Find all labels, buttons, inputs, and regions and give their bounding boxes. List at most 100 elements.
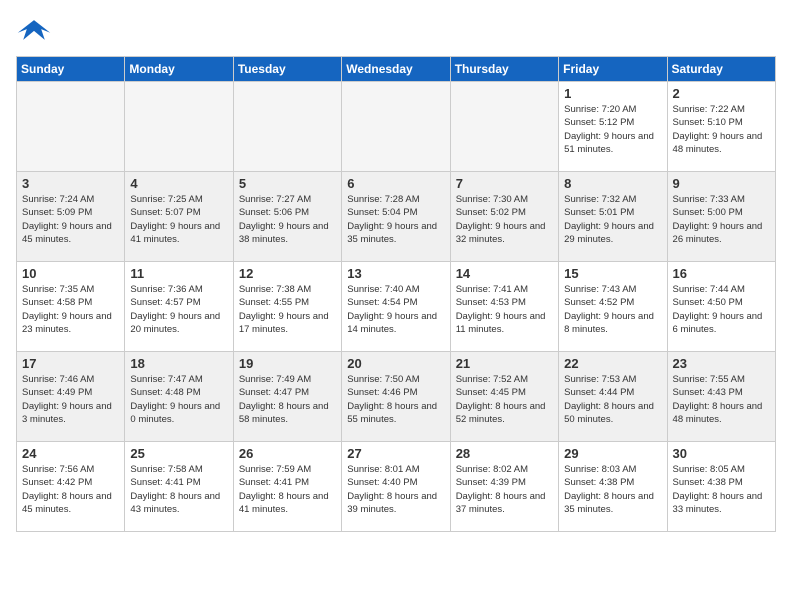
day-number: 5 bbox=[239, 176, 336, 191]
calendar-cell: 5 Sunrise: 7:27 AM Sunset: 5:06 PM Daylig… bbox=[233, 172, 341, 262]
day-number: 12 bbox=[239, 266, 336, 281]
cell-info: Sunrise: 7:47 AM Sunset: 4:48 PM Dayligh… bbox=[130, 373, 227, 426]
calendar-cell: 16 Sunrise: 7:44 AM Sunset: 4:50 PM Dayli… bbox=[667, 262, 775, 352]
weekday-header-friday: Friday bbox=[559, 57, 667, 82]
day-number: 10 bbox=[22, 266, 119, 281]
calendar-cell: 10 Sunrise: 7:35 AM Sunset: 4:58 PM Dayli… bbox=[17, 262, 125, 352]
cell-info: Sunrise: 8:03 AM Sunset: 4:38 PM Dayligh… bbox=[564, 463, 661, 516]
weekday-header-sunday: Sunday bbox=[17, 57, 125, 82]
cell-info: Sunrise: 7:38 AM Sunset: 4:55 PM Dayligh… bbox=[239, 283, 336, 336]
calendar-cell: 13 Sunrise: 7:40 AM Sunset: 4:54 PM Dayli… bbox=[342, 262, 450, 352]
cell-info: Sunrise: 7:46 AM Sunset: 4:49 PM Dayligh… bbox=[22, 373, 119, 426]
cell-info: Sunrise: 7:49 AM Sunset: 4:47 PM Dayligh… bbox=[239, 373, 336, 426]
weekday-header-saturday: Saturday bbox=[667, 57, 775, 82]
day-number: 6 bbox=[347, 176, 444, 191]
calendar-table: SundayMondayTuesdayWednesdayThursdayFrid… bbox=[16, 56, 776, 532]
day-number: 15 bbox=[564, 266, 661, 281]
cell-info: Sunrise: 7:41 AM Sunset: 4:53 PM Dayligh… bbox=[456, 283, 553, 336]
calendar-week-row: 24 Sunrise: 7:56 AM Sunset: 4:42 PM Dayli… bbox=[17, 442, 776, 532]
calendar-cell: 23 Sunrise: 7:55 AM Sunset: 4:43 PM Dayli… bbox=[667, 352, 775, 442]
calendar-cell: 21 Sunrise: 7:52 AM Sunset: 4:45 PM Dayli… bbox=[450, 352, 558, 442]
cell-info: Sunrise: 7:28 AM Sunset: 5:04 PM Dayligh… bbox=[347, 193, 444, 246]
logo-bird-icon bbox=[16, 16, 52, 44]
cell-info: Sunrise: 8:05 AM Sunset: 4:38 PM Dayligh… bbox=[673, 463, 770, 516]
day-number: 20 bbox=[347, 356, 444, 371]
calendar-cell: 7 Sunrise: 7:30 AM Sunset: 5:02 PM Daylig… bbox=[450, 172, 558, 262]
page-header bbox=[16, 16, 776, 44]
cell-info: Sunrise: 7:43 AM Sunset: 4:52 PM Dayligh… bbox=[564, 283, 661, 336]
day-number: 9 bbox=[673, 176, 770, 191]
day-number: 1 bbox=[564, 86, 661, 101]
day-number: 30 bbox=[673, 446, 770, 461]
weekday-header-thursday: Thursday bbox=[450, 57, 558, 82]
cell-info: Sunrise: 7:33 AM Sunset: 5:00 PM Dayligh… bbox=[673, 193, 770, 246]
cell-info: Sunrise: 7:59 AM Sunset: 4:41 PM Dayligh… bbox=[239, 463, 336, 516]
day-number: 7 bbox=[456, 176, 553, 191]
day-number: 2 bbox=[673, 86, 770, 101]
calendar-cell: 17 Sunrise: 7:46 AM Sunset: 4:49 PM Dayli… bbox=[17, 352, 125, 442]
calendar-cell: 3 Sunrise: 7:24 AM Sunset: 5:09 PM Daylig… bbox=[17, 172, 125, 262]
day-number: 8 bbox=[564, 176, 661, 191]
calendar-week-row: 3 Sunrise: 7:24 AM Sunset: 5:09 PM Daylig… bbox=[17, 172, 776, 262]
day-number: 13 bbox=[347, 266, 444, 281]
day-number: 27 bbox=[347, 446, 444, 461]
cell-info: Sunrise: 7:36 AM Sunset: 4:57 PM Dayligh… bbox=[130, 283, 227, 336]
calendar-cell bbox=[450, 82, 558, 172]
cell-info: Sunrise: 7:52 AM Sunset: 4:45 PM Dayligh… bbox=[456, 373, 553, 426]
calendar-cell: 18 Sunrise: 7:47 AM Sunset: 4:48 PM Dayli… bbox=[125, 352, 233, 442]
cell-info: Sunrise: 7:25 AM Sunset: 5:07 PM Dayligh… bbox=[130, 193, 227, 246]
day-number: 18 bbox=[130, 356, 227, 371]
calendar-cell: 28Sunrise: 8:02 AM Sunset: 4:39 PM Dayli… bbox=[450, 442, 558, 532]
day-number: 14 bbox=[456, 266, 553, 281]
day-number: 17 bbox=[22, 356, 119, 371]
day-number: 19 bbox=[239, 356, 336, 371]
cell-info: Sunrise: 7:56 AM Sunset: 4:42 PM Dayligh… bbox=[22, 463, 119, 516]
cell-info: Sunrise: 8:02 AM Sunset: 4:39 PM Dayligh… bbox=[456, 463, 553, 516]
cell-info: Sunrise: 7:30 AM Sunset: 5:02 PM Dayligh… bbox=[456, 193, 553, 246]
cell-info: Sunrise: 7:24 AM Sunset: 5:09 PM Dayligh… bbox=[22, 193, 119, 246]
calendar-cell: 20Sunrise: 7:50 AM Sunset: 4:46 PM Dayli… bbox=[342, 352, 450, 442]
cell-info: Sunrise: 7:27 AM Sunset: 5:06 PM Dayligh… bbox=[239, 193, 336, 246]
calendar-week-row: 10 Sunrise: 7:35 AM Sunset: 4:58 PM Dayli… bbox=[17, 262, 776, 352]
day-number: 22 bbox=[564, 356, 661, 371]
calendar-cell: 15 Sunrise: 7:43 AM Sunset: 4:52 PM Dayli… bbox=[559, 262, 667, 352]
day-number: 24 bbox=[22, 446, 119, 461]
day-number: 21 bbox=[456, 356, 553, 371]
calendar-cell: 8 Sunrise: 7:32 AM Sunset: 5:01 PM Daylig… bbox=[559, 172, 667, 262]
cell-info: Sunrise: 7:44 AM Sunset: 4:50 PM Dayligh… bbox=[673, 283, 770, 336]
cell-info: Sunrise: 8:01 AM Sunset: 4:40 PM Dayligh… bbox=[347, 463, 444, 516]
calendar-body: 1 Sunrise: 7:20 AM Sunset: 5:12 PM Daylig… bbox=[17, 82, 776, 532]
calendar-cell: 24 Sunrise: 7:56 AM Sunset: 4:42 PM Dayli… bbox=[17, 442, 125, 532]
cell-info: Sunrise: 7:22 AM Sunset: 5:10 PM Dayligh… bbox=[673, 103, 770, 156]
cell-info: Sunrise: 7:32 AM Sunset: 5:01 PM Dayligh… bbox=[564, 193, 661, 246]
cell-info: Sunrise: 7:55 AM Sunset: 4:43 PM Dayligh… bbox=[673, 373, 770, 426]
calendar-cell: 22 Sunrise: 7:53 AM Sunset: 4:44 PM Dayli… bbox=[559, 352, 667, 442]
weekday-header-tuesday: Tuesday bbox=[233, 57, 341, 82]
cell-info: Sunrise: 7:35 AM Sunset: 4:58 PM Dayligh… bbox=[22, 283, 119, 336]
calendar-cell: 12 Sunrise: 7:38 AM Sunset: 4:55 PM Dayli… bbox=[233, 262, 341, 352]
calendar-cell: 19 Sunrise: 7:49 AM Sunset: 4:47 PM Dayli… bbox=[233, 352, 341, 442]
cell-info: Sunrise: 7:40 AM Sunset: 4:54 PM Dayligh… bbox=[347, 283, 444, 336]
calendar-cell: 2 Sunrise: 7:22 AM Sunset: 5:10 PM Daylig… bbox=[667, 82, 775, 172]
day-number: 3 bbox=[22, 176, 119, 191]
day-number: 11 bbox=[130, 266, 227, 281]
day-number: 23 bbox=[673, 356, 770, 371]
calendar-cell: 6 Sunrise: 7:28 AM Sunset: 5:04 PM Daylig… bbox=[342, 172, 450, 262]
day-number: 25 bbox=[130, 446, 227, 461]
cell-info: Sunrise: 7:20 AM Sunset: 5:12 PM Dayligh… bbox=[564, 103, 661, 156]
cell-info: Sunrise: 7:58 AM Sunset: 4:41 PM Dayligh… bbox=[130, 463, 227, 516]
weekday-header-monday: Monday bbox=[125, 57, 233, 82]
calendar-cell: 25 Sunrise: 7:58 AM Sunset: 4:41 PM Dayli… bbox=[125, 442, 233, 532]
calendar-header-row: SundayMondayTuesdayWednesdayThursdayFrid… bbox=[17, 57, 776, 82]
day-number: 16 bbox=[673, 266, 770, 281]
calendar-cell bbox=[17, 82, 125, 172]
logo bbox=[16, 16, 56, 44]
calendar-cell bbox=[125, 82, 233, 172]
calendar-cell: 27 Sunrise: 8:01 AM Sunset: 4:40 PM Dayli… bbox=[342, 442, 450, 532]
day-number: 29 bbox=[564, 446, 661, 461]
day-number: 4 bbox=[130, 176, 227, 191]
cell-info: Sunrise: 7:53 AM Sunset: 4:44 PM Dayligh… bbox=[564, 373, 661, 426]
calendar-cell: 9 Sunrise: 7:33 AM Sunset: 5:00 PM Daylig… bbox=[667, 172, 775, 262]
calendar-cell: 11 Sunrise: 7:36 AM Sunset: 4:57 PM Dayli… bbox=[125, 262, 233, 352]
calendar-cell: 14 Sunrise: 7:41 AM Sunset: 4:53 PM Dayli… bbox=[450, 262, 558, 352]
